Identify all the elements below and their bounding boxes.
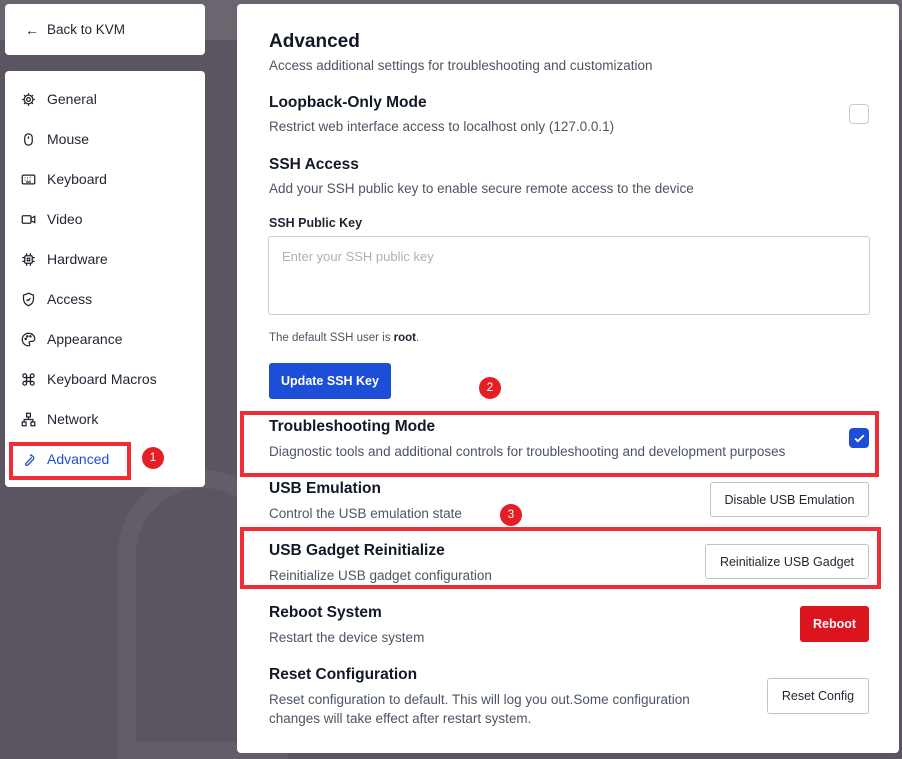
sidebar-item-access[interactable]: Access xyxy=(20,287,92,311)
chip-icon xyxy=(20,251,36,267)
sidebar-item-label: Appearance xyxy=(47,331,123,347)
sidebar-item-label: Access xyxy=(47,291,93,307)
annotation-badge-1: 1 xyxy=(142,447,164,469)
annotation-badge-2: 2 xyxy=(479,377,501,399)
shield-icon xyxy=(20,291,36,307)
ssh-note-suffix: . xyxy=(416,332,420,344)
gear-icon xyxy=(20,91,36,107)
sidebar-item-general[interactable]: General xyxy=(20,87,97,111)
reboot-title: Reboot System xyxy=(269,604,382,621)
sidebar-item-keyboard[interactable]: Keyboard xyxy=(20,167,107,191)
page-subtitle: Access additional settings for troublesh… xyxy=(269,58,653,73)
sidebar-item-label: Keyboard Macros xyxy=(47,371,157,387)
usb-gadget-description: Reinitialize USB gadget configuration xyxy=(269,568,492,583)
network-icon xyxy=(20,411,36,427)
disable-usb-emulation-button[interactable]: Disable USB Emulation xyxy=(710,482,869,517)
ssh-title: SSH Access xyxy=(269,156,359,173)
sidebar-item-network[interactable]: Network xyxy=(20,407,98,431)
settings-sidebar: General Mouse Keyboard Video Hardware Ac… xyxy=(5,71,205,487)
mouse-icon xyxy=(20,131,36,147)
sidebar-item-keyboard-macros[interactable]: Keyboard Macros xyxy=(20,367,157,391)
back-to-kvm-button[interactable]: ← Back to KVM xyxy=(5,4,205,55)
sidebar-item-label: Hardware xyxy=(47,251,108,267)
reboot-description: Restart the device system xyxy=(269,630,425,645)
page-title: Advanced xyxy=(269,31,360,52)
reinitialize-usb-gadget-button[interactable]: Reinitialize USB Gadget xyxy=(705,544,869,579)
ssh-note-prefix: The default SSH user is xyxy=(269,332,394,344)
troubleshooting-title: Troubleshooting Mode xyxy=(269,418,436,435)
troubleshooting-description: Diagnostic tools and additional controls… xyxy=(269,444,786,459)
usb-emulation-description: Control the USB emulation state xyxy=(269,506,462,521)
ssh-description: Add your SSH public key to enable secure… xyxy=(269,181,694,196)
sidebar-item-label: Advanced xyxy=(47,451,110,467)
sidebar-item-label: Keyboard xyxy=(47,171,107,187)
ssh-default-user-note: The default SSH user is root. xyxy=(269,332,419,344)
sidebar-item-label: Video xyxy=(47,211,83,227)
reset-description-line2: changes will take effect after restart s… xyxy=(269,711,532,726)
ssh-note-user: root xyxy=(393,332,417,344)
reset-config-button[interactable]: Reset Config xyxy=(767,678,869,714)
troubleshooting-checkbox[interactable] xyxy=(849,428,869,448)
wrench-icon xyxy=(20,451,36,467)
loopback-description: Restrict web interface access to localho… xyxy=(269,119,615,134)
sidebar-item-appearance[interactable]: Appearance xyxy=(20,327,123,351)
sidebar-item-mouse[interactable]: Mouse xyxy=(20,127,89,151)
loopback-title: Loopback-Only Mode xyxy=(269,94,427,111)
ssh-field-label: SSH Public Key xyxy=(269,216,363,230)
advanced-settings-panel: Advanced Access additional settings for … xyxy=(237,4,899,753)
usb-emulation-title: USB Emulation xyxy=(269,480,381,497)
reboot-button[interactable]: Reboot xyxy=(800,606,869,642)
ssh-public-key-input[interactable] xyxy=(268,236,870,315)
checkmark-icon xyxy=(853,434,865,443)
reset-title: Reset Configuration xyxy=(269,666,418,683)
reset-description-line1: Reset configuration to default. This wil… xyxy=(269,692,690,707)
update-ssh-key-button[interactable]: Update SSH Key xyxy=(269,363,391,399)
arrow-left-icon: ← xyxy=(25,21,39,38)
keyboard-icon xyxy=(20,171,36,187)
sidebar-item-label: Mouse xyxy=(47,131,90,147)
video-icon xyxy=(20,211,36,227)
loopback-checkbox[interactable] xyxy=(849,104,869,124)
palette-icon xyxy=(20,331,36,347)
sidebar-item-label: Network xyxy=(47,411,99,427)
annotation-badge-3: 3 xyxy=(500,504,522,526)
usb-gadget-title: USB Gadget Reinitialize xyxy=(269,542,445,559)
sidebar-item-label: General xyxy=(47,91,97,107)
sidebar-item-advanced[interactable]: Advanced xyxy=(20,447,109,471)
sidebar-item-video[interactable]: Video xyxy=(20,207,83,231)
command-icon xyxy=(20,371,36,387)
sidebar-item-hardware[interactable]: Hardware xyxy=(20,247,108,271)
back-to-kvm-label: Back to KVM xyxy=(47,22,126,37)
